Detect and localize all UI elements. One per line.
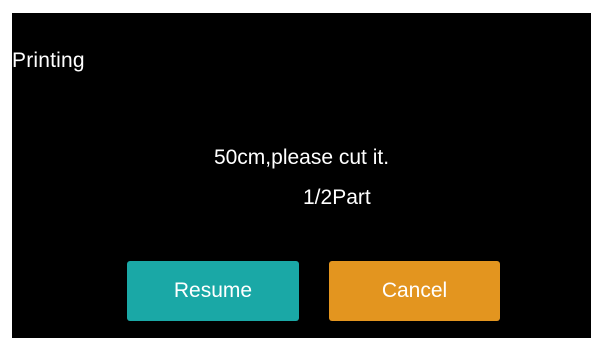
cancel-button[interactable]: Cancel	[329, 261, 500, 321]
part-indicator: 1/2Part	[303, 186, 371, 209]
screen-title: Printing	[12, 49, 85, 72]
resume-button[interactable]: Resume	[127, 261, 299, 321]
cut-message: 50cm,please cut it.	[213, 146, 390, 169]
printer-screen: Printing 50cm,please cut it. 1/2Part Res…	[12, 13, 591, 338]
